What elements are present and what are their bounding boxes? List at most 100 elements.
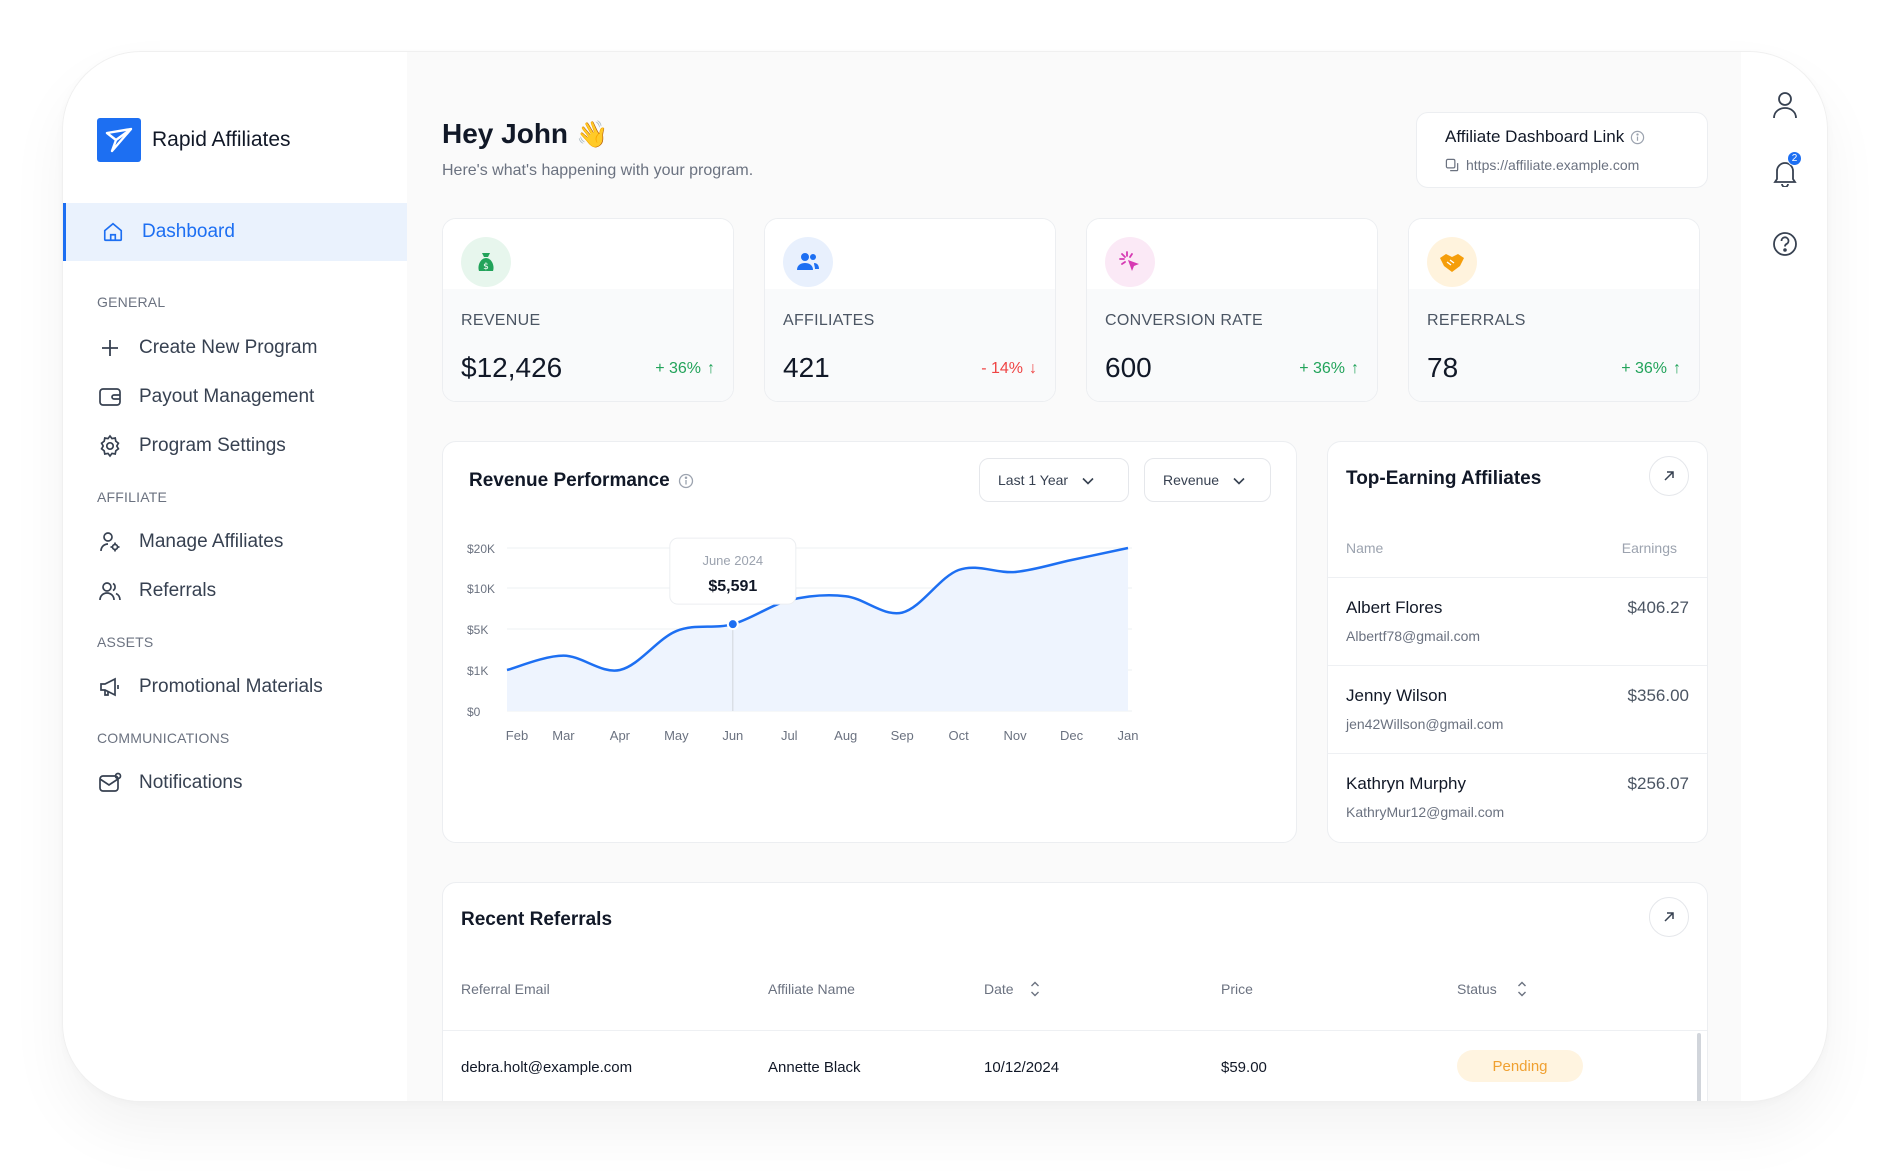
arrow-up-icon: ↑	[707, 360, 715, 377]
stat-change: - 14% ↓	[981, 360, 1037, 377]
wallet-icon	[97, 384, 123, 410]
sidebar-item-label: Dashboard	[142, 221, 235, 242]
x-tick-label: Dec	[1060, 728, 1084, 743]
stat-value: $12,426	[461, 352, 563, 383]
stat-label: AFFILIATES	[783, 312, 875, 329]
home-icon	[100, 219, 126, 245]
top-earning-affiliates-card: Top-Earning Affiliates Name Earnings Alb…	[1327, 441, 1708, 843]
stat-change: + 36% ↑	[1299, 360, 1359, 377]
tooltip-value: $5,591	[708, 578, 757, 595]
stat-change: + 36% ↑	[1621, 360, 1681, 377]
affiliate-earnings: $356.00	[1627, 686, 1689, 705]
cell-date: 10/12/2024	[984, 1059, 1060, 1076]
section-heading-affiliate: AFFILIATE	[97, 489, 167, 505]
x-tick-label: May	[664, 728, 689, 743]
card-title: Top-Earning Affiliates	[1346, 468, 1542, 489]
cell-price: $59.00	[1221, 1059, 1267, 1076]
sidebar-item-program-settings[interactable]: Program Settings	[97, 431, 286, 461]
status-badge: Pending	[1457, 1050, 1583, 1082]
stat-label: CONVERSION RATE	[1105, 312, 1263, 329]
copy-icon[interactable]	[1445, 158, 1460, 173]
y-tick-label: $5K	[467, 623, 488, 637]
stat-value: 421	[783, 352, 830, 383]
stat-label: REVENUE	[461, 312, 541, 329]
stat-label: REFERRALS	[1427, 312, 1526, 329]
expand-button[interactable]	[1649, 897, 1689, 937]
column-header-date[interactable]: Date	[984, 981, 1040, 997]
sidebar-item-manage-affiliates[interactable]: Manage Affiliates	[97, 527, 283, 557]
affiliate-earnings: $406.27	[1627, 598, 1689, 617]
stat-value: 78	[1427, 352, 1459, 383]
x-tick-label: Oct	[949, 728, 970, 743]
stat-card-affiliates: AFFILIATES 421 - 14% ↓	[764, 218, 1056, 402]
column-header-referral-email: Referral Email	[461, 981, 550, 997]
x-tick-label: Sep	[891, 728, 914, 743]
list-item[interactable]: Kathryn Murphy KathryMur12@gmail.com $25…	[1328, 753, 1707, 841]
x-tick-label: Nov	[1004, 728, 1028, 743]
sidebar-item-label: Notifications	[139, 772, 243, 793]
column-header-price: Price	[1221, 981, 1253, 997]
arrow-up-icon: ↑	[1351, 360, 1359, 377]
logo-icon	[97, 118, 141, 162]
gear-icon	[97, 433, 123, 459]
affiliate-earnings: $256.07	[1627, 774, 1689, 793]
bell-icon[interactable]: 2	[1771, 151, 1802, 187]
divider	[443, 1030, 1707, 1031]
info-icon[interactable]	[1630, 130, 1645, 145]
sidebar-item-create-program[interactable]: Create New Program	[97, 333, 317, 363]
y-tick-label: $20K	[467, 542, 495, 556]
app-logo[interactable]: Rapid Affiliates	[97, 118, 291, 162]
stat-value: 600	[1105, 352, 1152, 383]
sidebar-item-promotional-materials[interactable]: Promotional Materials	[97, 672, 323, 702]
affiliate-link-url[interactable]: https://affiliate.example.com	[1466, 157, 1639, 173]
recent-referrals-card: Recent Referrals Referral Email Affiliat…	[442, 882, 1708, 1101]
revenue-performance-card: Revenue Performance Last 1 Year Revenue …	[442, 441, 1297, 843]
cursor-click-icon	[1105, 237, 1155, 287]
x-tick-label: Jan	[1118, 728, 1139, 743]
column-header-affiliate-name: Affiliate Name	[768, 981, 855, 997]
arrow-up-right-icon	[1663, 911, 1675, 923]
sidebar-item-notifications[interactable]: Notifications	[97, 768, 243, 798]
tooltip-label: June 2024	[702, 553, 763, 568]
users-icon	[783, 237, 833, 287]
sidebar-item-referrals[interactable]: Referrals	[97, 576, 216, 606]
profile-icon[interactable]	[1771, 91, 1799, 119]
x-tick-label: Jul	[781, 728, 798, 743]
users-icon	[97, 578, 123, 604]
affiliate-link-box: Affiliate Dashboard Link https://affilia…	[1416, 112, 1708, 188]
app-name: Rapid Affiliates	[152, 128, 291, 151]
greeting-text: Hey John	[442, 118, 569, 149]
sort-icon[interactable]	[1517, 981, 1527, 997]
arrow-up-right-icon	[1663, 470, 1675, 482]
revenue-chart[interactable]: $20K $10K $5K $1K $0 Feb Mar Apr May Jun Jul Aug Sep…	[443, 442, 1298, 844]
list-item[interactable]: Jenny Wilson jen42Willson@gmail.com $356…	[1328, 665, 1707, 753]
page-subtitle: Here's what's happening with your progra…	[442, 162, 754, 179]
handshake-icon	[1427, 237, 1477, 287]
list-item[interactable]: Albert Flores Albertf78@gmail.com $406.2…	[1328, 577, 1707, 665]
column-header-status[interactable]: Status	[1457, 981, 1527, 997]
mail-notification-icon	[97, 770, 123, 796]
cell-referral-email: debra.holt@example.com	[461, 1059, 633, 1076]
wave-emoji: 👋	[576, 118, 609, 149]
stat-card-revenue: $ REVENUE $12,426 + 36% ↑	[442, 218, 734, 402]
column-header-name: Name	[1346, 540, 1384, 556]
affiliate-email: Albertf78@gmail.com	[1346, 628, 1481, 644]
stat-change: + 36% ↑	[655, 360, 715, 377]
right-toolbar: 2	[1741, 52, 1827, 1101]
affiliate-email: jen42Willson@gmail.com	[1346, 716, 1504, 732]
section-heading-communications: COMMUNICATIONS	[97, 730, 230, 746]
arrow-up-icon: ↑	[1673, 360, 1681, 377]
affiliate-email: KathryMur12@gmail.com	[1346, 804, 1505, 820]
sort-icon[interactable]	[1030, 981, 1040, 997]
plus-icon	[97, 335, 123, 361]
section-heading-general: GENERAL	[97, 294, 166, 310]
highlight-point	[726, 618, 739, 631]
scrollbar[interactable]	[1697, 1033, 1701, 1101]
x-tick-label: Mar	[552, 728, 575, 743]
expand-button[interactable]	[1649, 456, 1689, 496]
sidebar-item-payout-management[interactable]: Payout Management	[97, 382, 314, 412]
sidebar-item-label: Manage Affiliates	[139, 531, 284, 552]
sidebar-item-label: Promotional Materials	[139, 676, 323, 697]
help-icon[interactable]	[1771, 230, 1799, 258]
sidebar-item-dashboard[interactable]: Dashboard	[63, 203, 407, 261]
